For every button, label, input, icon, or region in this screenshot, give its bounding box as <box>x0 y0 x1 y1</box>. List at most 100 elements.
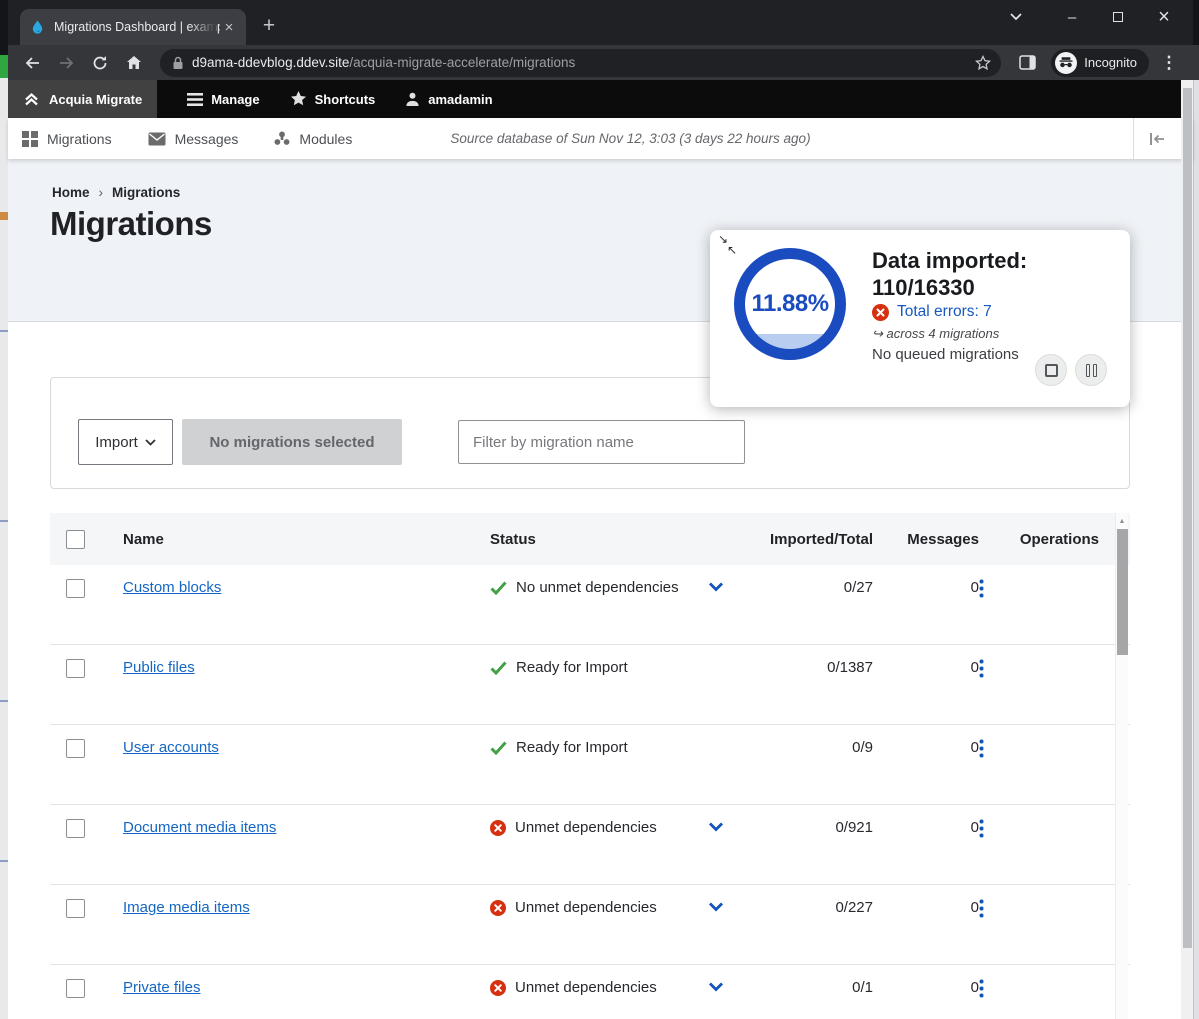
forward-icon[interactable] <box>52 49 80 77</box>
desktop-sliver-left <box>0 0 8 1019</box>
window-controls: – × <box>993 0 1187 34</box>
kebab-menu-icon[interactable] <box>979 739 1092 758</box>
acquia-migrate-brand[interactable]: Acquia Migrate <box>8 80 157 118</box>
messages-count: 0 <box>873 659 979 676</box>
browser-tab[interactable]: Migrations Dashboard | example × <box>20 9 246 45</box>
pause-button[interactable] <box>1075 354 1107 386</box>
across-migrations-note: ↪ across 4 migrations <box>872 326 999 342</box>
table-row: Custom blocks No unmet dependencies 0/27… <box>50 565 1130 645</box>
star-icon <box>290 91 307 107</box>
chevron-down-icon[interactable] <box>708 582 724 592</box>
imported-total-value: 0/1387 <box>710 659 873 676</box>
url-domain: d9ama-ddevblog.ddev.site <box>192 55 349 70</box>
breadcrumb-home[interactable]: Home <box>52 185 90 200</box>
home-icon[interactable] <box>120 49 148 77</box>
queued-migrations-note: No queued migrations <box>872 346 1019 363</box>
total-errors-link[interactable]: Total errors: 7 <box>897 303 992 321</box>
resize-handle-icon[interactable]: ↘ ↖ <box>718 234 737 256</box>
back-icon[interactable] <box>18 49 46 77</box>
migration-name-link[interactable]: User accounts <box>123 739 219 756</box>
bookmark-star-icon[interactable] <box>975 55 991 71</box>
operations-cell <box>979 979 1130 998</box>
operations-cell <box>979 579 1130 598</box>
browser-menu-icon[interactable]: ⋮ <box>1155 49 1183 77</box>
grid-icon <box>22 131 38 147</box>
page-title: Migrations <box>50 205 212 243</box>
migration-name-link[interactable]: Custom blocks <box>123 579 221 596</box>
import-progress-card: ↘ ↖ 11.88% Data imported: 110/16330 Tota… <box>710 230 1130 407</box>
table-row: User accounts Ready for Import 0/9 0 <box>50 725 1130 805</box>
table-scrollbar[interactable]: ▲ <box>1115 513 1128 1019</box>
reload-icon[interactable] <box>86 49 114 77</box>
table-scrollbar-thumb[interactable] <box>1117 529 1128 655</box>
messages-count: 0 <box>873 739 979 756</box>
row-checkbox[interactable] <box>66 659 85 678</box>
row-checkbox[interactable] <box>66 579 85 598</box>
nav-item-messages[interactable]: Messages <box>148 131 239 147</box>
tab-close-icon[interactable]: × <box>220 18 238 36</box>
nav-item-modules[interactable]: Modules <box>274 131 352 147</box>
toolbar-item-user[interactable]: amadamin <box>405 80 492 118</box>
row-checkbox[interactable] <box>66 899 85 918</box>
select-all-checkbox[interactable] <box>66 530 85 549</box>
new-tab-button[interactable]: + <box>256 14 282 38</box>
column-header-imported: Imported/Total <box>710 531 873 548</box>
minimize-button[interactable]: – <box>1049 0 1095 34</box>
kebab-menu-icon[interactable] <box>979 659 1092 678</box>
maximize-button[interactable] <box>1095 0 1141 34</box>
table-row: Document media items Unmet dependencies … <box>50 805 1130 885</box>
stop-button[interactable] <box>1035 354 1067 386</box>
admin-toolbar: Acquia Migrate Manage Shortcuts amadamin <box>8 80 1193 118</box>
kebab-menu-icon[interactable] <box>979 579 1092 598</box>
column-header-messages: Messages <box>873 531 979 548</box>
error-icon <box>490 820 506 836</box>
status-label: Unmet dependencies <box>515 899 657 916</box>
kebab-menu-icon[interactable] <box>979 899 1092 918</box>
toolbar-item-manage[interactable]: Manage <box>187 80 259 118</box>
toolbar-item-shortcuts[interactable]: Shortcuts <box>290 80 376 118</box>
error-icon <box>872 304 889 321</box>
migration-name-link[interactable]: Document media items <box>123 819 276 836</box>
envelope-icon <box>148 132 166 146</box>
collapse-toolbar-button[interactable] <box>1133 118 1179 159</box>
imported-total-value: 0/1 <box>710 979 873 996</box>
desktop-sliver-right <box>1193 0 1199 1019</box>
nav-item-migrations[interactable]: Migrations <box>22 131 112 147</box>
migration-name-link[interactable]: Public files <box>123 659 195 676</box>
url-path: /acquia-migrate-accelerate/migrations <box>349 55 575 70</box>
chevron-down-icon[interactable] <box>708 902 724 912</box>
scroll-up-icon[interactable]: ▲ <box>1116 513 1128 525</box>
double-chevron-up-icon <box>23 91 40 107</box>
operations-cell <box>979 659 1130 678</box>
column-header-name: Name <box>106 531 490 548</box>
kebab-menu-icon[interactable] <box>979 819 1092 838</box>
row-checkbox[interactable] <box>66 979 85 998</box>
url-bar[interactable]: d9ama-ddevblog.ddev.site/acquia-migrate-… <box>160 49 1001 77</box>
migration-name-link[interactable]: Private files <box>123 979 201 996</box>
filter-input[interactable] <box>458 420 745 464</box>
browser-scrollbar-thumb[interactable] <box>1183 88 1192 948</box>
incognito-icon <box>1055 52 1077 74</box>
messages-count: 0 <box>873 979 979 996</box>
import-dropdown-button[interactable]: Import <box>78 419 173 465</box>
tab-search-icon[interactable] <box>993 0 1039 34</box>
table-row: Public files Ready for Import 0/1387 0 <box>50 645 1130 725</box>
check-icon <box>490 661 507 675</box>
operations-cell <box>979 739 1130 758</box>
side-panel-icon[interactable] <box>1013 49 1041 77</box>
kebab-menu-icon[interactable] <box>979 979 1092 998</box>
browser-scrollbar[interactable] <box>1181 80 1193 1019</box>
table-row: Image media items Unmet dependencies 0/2… <box>50 885 1130 965</box>
error-icon <box>490 900 506 916</box>
chevron-down-icon[interactable] <box>708 982 724 992</box>
migration-name-link[interactable]: Image media items <box>123 899 250 916</box>
page-content: Home › Migrations Migrations In Progress… <box>8 159 1193 1019</box>
selection-status-button[interactable]: No migrations selected <box>182 419 402 465</box>
column-header-operations: Operations <box>979 531 1130 548</box>
table-header-row: Name Status Imported/Total Messages Oper… <box>50 513 1130 565</box>
row-checkbox[interactable] <box>66 819 85 838</box>
chevron-down-icon[interactable] <box>708 822 724 832</box>
status-label: Ready for Import <box>516 739 628 756</box>
close-button[interactable]: × <box>1141 0 1187 34</box>
row-checkbox[interactable] <box>66 739 85 758</box>
